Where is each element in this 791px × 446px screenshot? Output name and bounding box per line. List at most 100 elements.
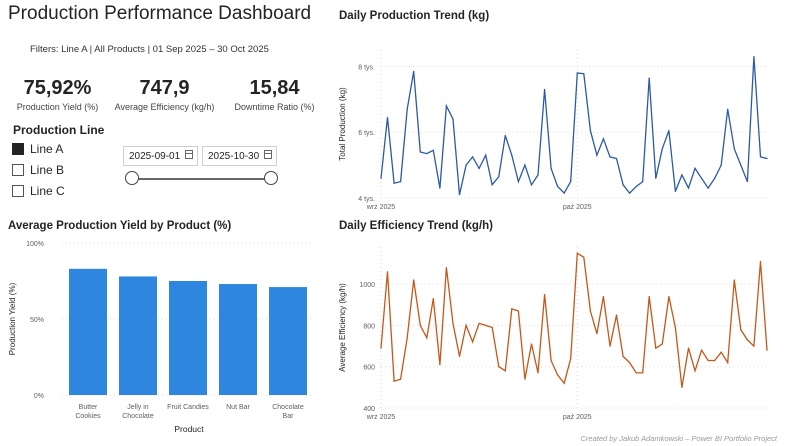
- data-point: [511, 308, 513, 310]
- y-tick-label: 4 tys.: [358, 196, 375, 203]
- data-point: [432, 298, 434, 300]
- data-point: [629, 361, 631, 364]
- date-slider-end-handle[interactable]: [264, 171, 278, 185]
- x-tick-label: wrz 2025: [366, 204, 396, 211]
- checkbox[interactable]: [12, 143, 24, 155]
- data-point: [753, 345, 755, 347]
- production-trend-chart: 4 tys. 6 tys. 8 tys. wrz 2025 paź 2025 Total …: [338, 50, 768, 211]
- y-tick-label: 50%: [30, 317, 44, 324]
- data-point: [602, 295, 605, 298]
- data-point: [700, 177, 703, 179]
- data-point: [563, 382, 565, 384]
- slicer-item-label: Line A: [30, 142, 64, 156]
- data-point: [406, 108, 408, 110]
- data-point: [439, 364, 441, 366]
- data-point: [694, 167, 696, 169]
- data-point: [380, 177, 382, 179]
- slicer-item-line-a[interactable]: Line A: [12, 141, 63, 157]
- yield-by-product-chart: 0% 50% 100% Butter Cookies Jelly in Chocolate F…: [8, 241, 312, 434]
- data-point: [602, 138, 605, 140]
- data-point: [700, 349, 703, 351]
- y-tick-label: 1000: [359, 282, 375, 289]
- kpi-downtime-ratio: 15,84 Downtime Ratio (%): [217, 76, 332, 112]
- bar: [269, 287, 307, 395]
- data-point: [596, 154, 598, 156]
- data-point: [681, 174, 683, 176]
- data-point: [524, 164, 526, 166]
- kpi-value: 15,84: [249, 77, 300, 99]
- checkbox[interactable]: [12, 185, 24, 197]
- page-title: Production Performance Dashboard: [8, 3, 312, 24]
- data-point: [622, 184, 624, 186]
- data-point: [419, 324, 421, 327]
- y-axis-label: Average Efficiency (kg/h): [338, 283, 347, 372]
- data-point: [714, 177, 716, 179]
- data-point: [615, 157, 618, 160]
- bar: [219, 284, 257, 395]
- data-point: [655, 177, 657, 179]
- data-point: [563, 192, 565, 194]
- y-tick-label: 800: [363, 323, 375, 330]
- data-point: [517, 180, 519, 183]
- y-tick-label: 400: [363, 406, 375, 413]
- data-point: [615, 314, 618, 316]
- slicer-item-line-b[interactable]: Line B: [12, 162, 64, 178]
- data-point: [458, 355, 461, 357]
- data-point: [413, 279, 415, 281]
- data-point: [426, 153, 428, 155]
- x-tick-label: Chocolate: [272, 404, 304, 411]
- data-point: [471, 341, 474, 343]
- x-tick-label: Butter: [79, 404, 98, 411]
- data-point: [498, 366, 500, 368]
- data-point: [668, 129, 670, 132]
- data-point: [445, 267, 448, 269]
- data-point: [707, 359, 709, 362]
- production-trend-title: Daily Production Trend (kg): [339, 10, 490, 22]
- data-point: [746, 339, 748, 341]
- date-start-input[interactable]: 2025-09-01: [123, 146, 198, 166]
- slicer-item-label: Line B: [30, 163, 65, 177]
- calendar-icon[interactable]: [264, 150, 272, 159]
- data-point: [543, 293, 546, 296]
- checkbox[interactable]: [12, 164, 24, 176]
- data-point: [642, 372, 644, 374]
- data-point: [687, 187, 690, 189]
- data-point: [759, 156, 762, 158]
- footer-credit: Created by Jakub Adamkowski – Power BI P…: [580, 434, 777, 443]
- date-slider-start-handle[interactable]: [125, 171, 139, 185]
- data-point: [511, 154, 513, 156]
- data-point: [583, 73, 585, 75]
- slicer-item-line-c[interactable]: Line C: [12, 183, 65, 199]
- data-point: [642, 180, 644, 183]
- data-point: [570, 180, 572, 183]
- data-point: [504, 370, 506, 372]
- y-tick-label: 0%: [34, 393, 44, 400]
- series-line: [380, 252, 768, 388]
- kpi-production-yield: 75,92% Production Yield (%): [0, 76, 115, 112]
- data-point: [498, 176, 500, 178]
- data-point: [413, 70, 415, 72]
- data-point: [530, 343, 533, 345]
- x-tick-label: Jelly in: [127, 404, 149, 411]
- data-point: [557, 374, 559, 376]
- data-point: [530, 184, 533, 186]
- date-slider-track[interactable]: [132, 178, 272, 180]
- data-point: [635, 185, 637, 188]
- slicer-title: Production Line: [13, 123, 105, 137]
- data-point: [452, 322, 454, 324]
- y-axis-label: Production Yield (%): [8, 282, 17, 355]
- series-line: [380, 56, 768, 195]
- data-point: [543, 88, 546, 91]
- kpi-label: Production Yield (%): [16, 102, 99, 112]
- calendar-icon[interactable]: [185, 150, 193, 159]
- date-end-input[interactable]: 2025-10-30: [202, 146, 277, 166]
- data-point: [596, 333, 598, 335]
- x-tick-label: Bar: [283, 413, 295, 420]
- data-point: [452, 118, 454, 120]
- data-point: [465, 164, 467, 166]
- data-point: [674, 326, 677, 329]
- data-point: [393, 380, 395, 382]
- data-point: [583, 256, 585, 258]
- y-tick-label: 600: [363, 365, 375, 372]
- data-point: [393, 182, 395, 184]
